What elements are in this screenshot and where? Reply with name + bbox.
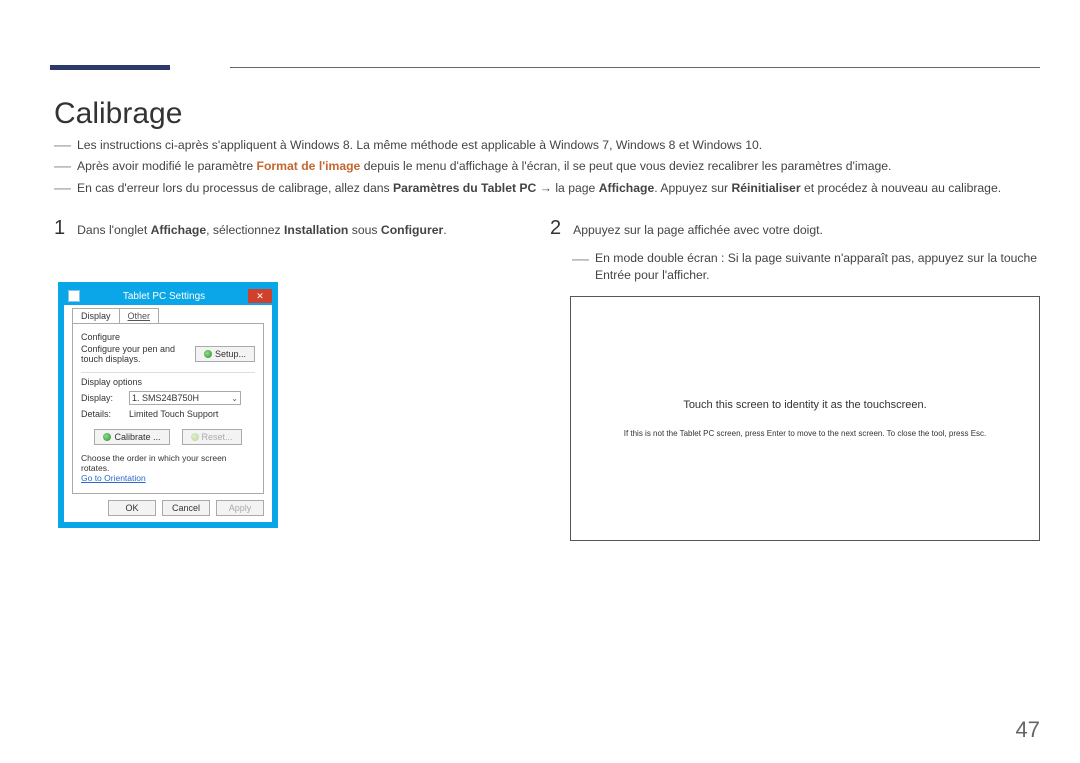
dialog-body: Display Other Configure Configure your p… (64, 305, 272, 522)
configure-label: Configure (81, 332, 255, 342)
display-options-label: Display options (81, 377, 255, 387)
details-label: Details: (81, 409, 129, 419)
format-image-highlight: Format de l'image (257, 159, 361, 173)
step-number-1: 1 (54, 218, 65, 238)
step-number-2: 2 (550, 218, 561, 238)
chevron-down-icon: ⌄ (231, 394, 238, 403)
touch-sub-text: If this is not the Tablet PC screen, pre… (624, 429, 987, 438)
t: . (443, 223, 446, 237)
tablet-pc-settings-dialog: Tablet PC Settings ✕ Display Other Confi… (58, 282, 278, 528)
order-text: Choose the order in which your screen ro… (81, 453, 255, 473)
t-bold: Paramètres du Tablet PC (393, 181, 536, 195)
cancel-button[interactable]: Cancel (162, 500, 210, 516)
dialog-tabs: Display Other (72, 308, 264, 323)
step-1: 1 Dans l'onglet Affichage, sélectionnez … (54, 218, 510, 238)
page-title: Calibrage (54, 97, 182, 131)
t-bold: Configurer (381, 223, 443, 237)
intro-text-1: Les instructions ci-après s'appliquent à… (77, 136, 762, 154)
touch-main-text: Touch this screen to identity it as the … (683, 399, 926, 411)
intro-item-3: ― En cas d'erreur lors du processus de c… (54, 179, 1040, 197)
dialog-app-icon (68, 290, 80, 302)
setup-icon (204, 350, 212, 358)
step-2-sub-note: ― En mode double écran : Si la page suiv… (572, 250, 1040, 284)
setup-button-label: Setup... (215, 349, 246, 359)
setup-button[interactable]: Setup... (195, 346, 255, 362)
column-right: 2 Appuyez sur la page affichée avec votr… (550, 218, 1040, 541)
t-bold: Affichage (151, 223, 207, 237)
header-divider (230, 67, 1040, 68)
dash-icon: ― (54, 157, 71, 175)
sub-note-text: En mode double écran : Si la page suivan… (595, 250, 1040, 284)
close-button[interactable]: ✕ (248, 289, 272, 303)
dialog-titlebar: Tablet PC Settings ✕ (64, 288, 272, 305)
t: En cas d'erreur lors du processus de cal… (77, 181, 393, 195)
step-2: 2 Appuyez sur la page affichée avec votr… (550, 218, 1040, 238)
intro-item-2: ― Après avoir modifié le paramètre Forma… (54, 157, 1040, 175)
intro-item-1: ― Les instructions ci-après s'appliquent… (54, 136, 1040, 154)
page-number: 47 (1016, 717, 1040, 743)
configure-text: Configure your pen and touch displays. (81, 344, 186, 364)
reset-button[interactable]: Reset... (182, 429, 242, 445)
tab-panel-display: Configure Configure your pen and touch d… (72, 323, 264, 494)
t: et procédez à nouveau au calibrage. (801, 181, 1002, 195)
t: , sélectionnez (206, 223, 284, 237)
dash-icon: ― (54, 179, 71, 197)
tab-other[interactable]: Other (119, 308, 160, 323)
reset-button-label: Reset... (202, 432, 233, 442)
t: Après avoir modifié le paramètre (77, 159, 257, 173)
t-bold: Affichage (599, 181, 655, 195)
display-select[interactable]: 1. SMS24B750H ⌄ (129, 391, 241, 405)
step-1-text: Dans l'onglet Affichage, sélectionnez In… (77, 223, 446, 237)
reset-icon (191, 433, 199, 441)
t: → la page (536, 181, 598, 195)
t-bold: Installation (284, 223, 348, 237)
intro-text-3: En cas d'erreur lors du processus de cal… (77, 179, 1001, 197)
details-value: Limited Touch Support (129, 409, 218, 419)
display-label: Display: (81, 393, 129, 403)
step-2-text: Appuyez sur la page affichée avec votre … (573, 223, 823, 237)
ok-button[interactable]: OK (108, 500, 156, 516)
touch-screen-box: Touch this screen to identity it as the … (570, 296, 1040, 541)
apply-button[interactable]: Apply (216, 500, 264, 516)
tab-other-label: Other (128, 311, 151, 321)
calibrate-icon (103, 433, 111, 441)
t: depuis le menu d'affichage à l'écran, il… (360, 159, 891, 173)
calibrate-button-label: Calibrate ... (114, 432, 160, 442)
t-bold: Réinitialiser (731, 181, 800, 195)
t: Dans l'onglet (77, 223, 150, 237)
dash-icon: ― (54, 136, 71, 154)
tab-display[interactable]: Display (72, 308, 120, 323)
dialog-footer: OK Cancel Apply (72, 494, 264, 516)
calibrate-button[interactable]: Calibrate ... (94, 429, 169, 445)
t: . Appuyez sur (654, 181, 731, 195)
dialog-title: Tablet PC Settings (80, 291, 248, 302)
intro-text-2: Après avoir modifié le paramètre Format … (77, 157, 891, 175)
orientation-link[interactable]: Go to Orientation (81, 473, 146, 483)
orientation-section: Choose the order in which your screen ro… (81, 453, 255, 483)
header-accent-bar (50, 65, 170, 70)
intro-list: ― Les instructions ci-après s'appliquent… (54, 136, 1040, 200)
t: sous (348, 223, 381, 237)
display-select-value: 1. SMS24B750H (132, 393, 199, 403)
dash-icon: ― (572, 250, 589, 284)
